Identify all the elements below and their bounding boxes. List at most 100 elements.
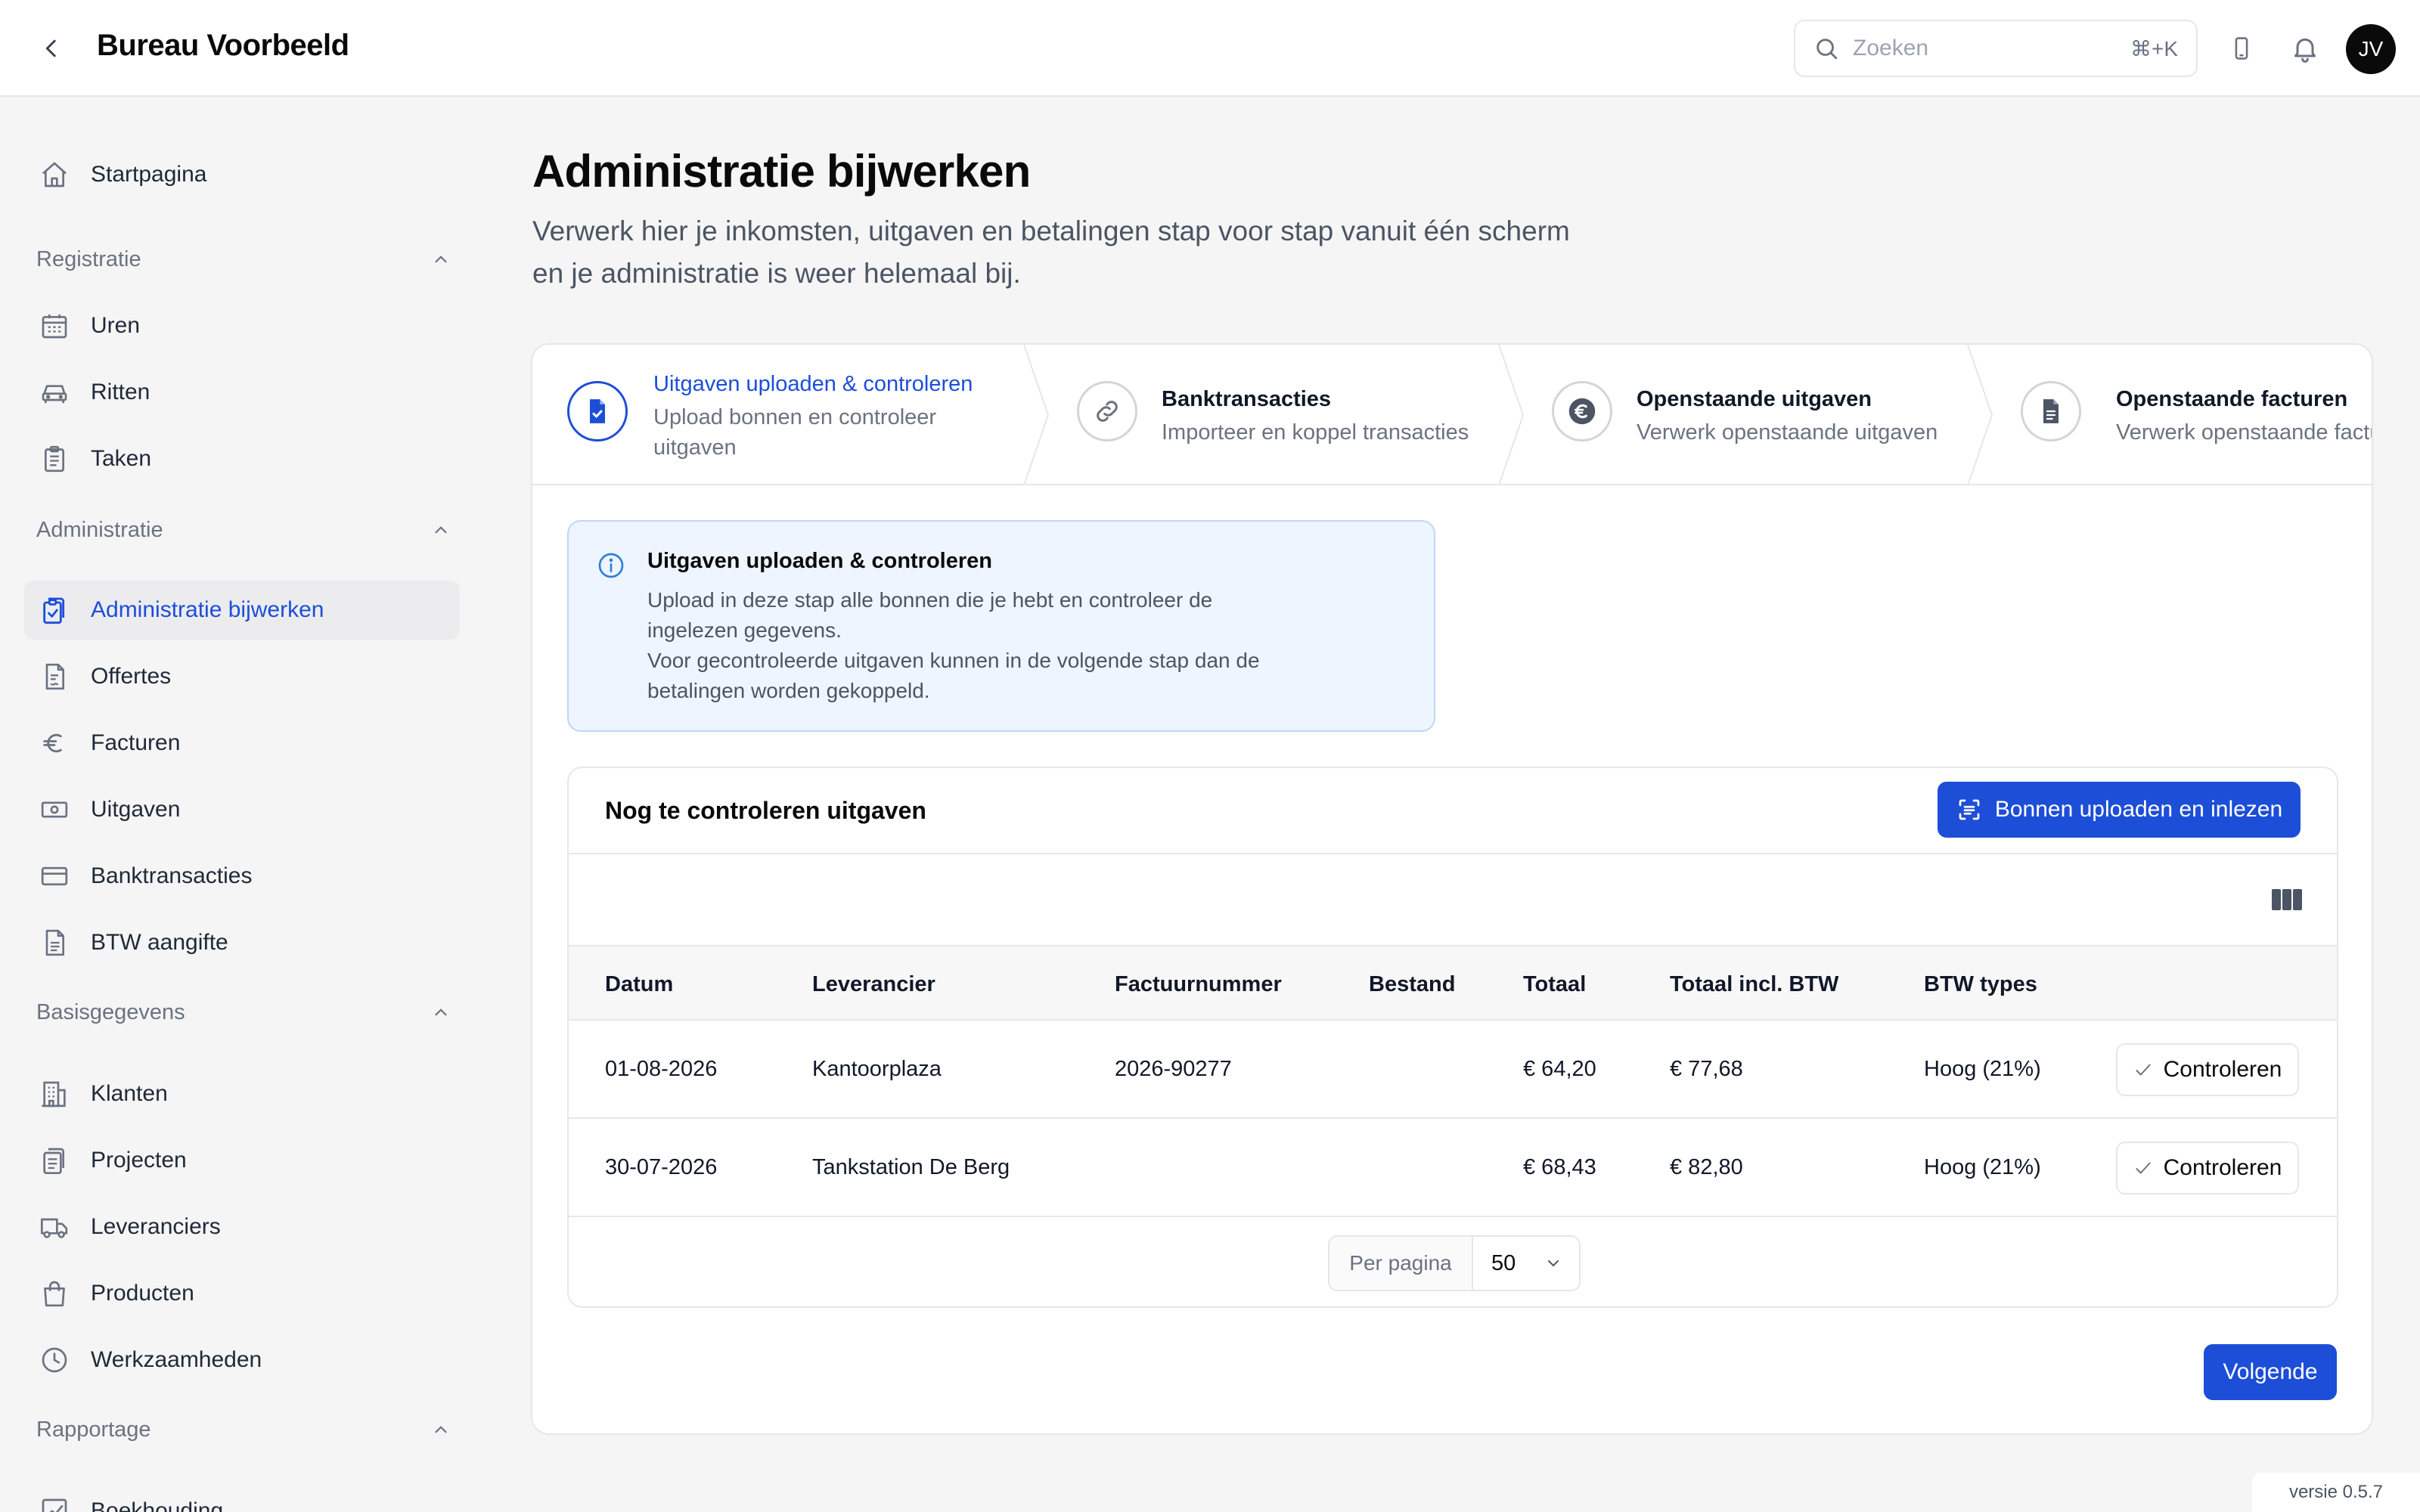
credit-card-icon [38,860,71,893]
controleren-label: Controleren [2163,1155,2282,1180]
sidebar-item-leveranciers[interactable]: Leveranciers [24,1198,460,1256]
per-page-control: Per pagina 50 [1328,1235,1581,1291]
upload-receipts-button[interactable]: Bonnen uploaden en inlezen [1938,782,2301,838]
section-label: Administratie [36,517,163,542]
step-separator [1967,345,1993,485]
shopping-bag-icon [38,1277,71,1310]
step-circle [567,381,628,442]
clipboard-check-icon [38,593,71,627]
cell-totaal-incl-btw: € 82,80 [1670,1155,1743,1179]
per-page-select[interactable]: 50 [1473,1237,1579,1290]
step-description: Importeer en koppel transacties [1162,420,1469,445]
sidebar-item-taken[interactable]: Taken [24,429,460,488]
scan-icon [1959,799,1980,820]
sidebar-item-label: Producten [91,1281,194,1306]
sidebar-item-klanten[interactable]: Klanten [24,1064,460,1123]
back-button[interactable] [33,30,70,67]
sidebar-item-label: Boekhouding [91,1498,224,1512]
document-icon [38,926,71,959]
step-separator [1498,345,1525,485]
section-rapportage[interactable]: Rapportage [36,1411,451,1448]
cell-totaal: € 64,20 [1523,1057,1596,1081]
upload-receipts-label: Bonnen uploaden en inlezen [1994,797,2283,822]
column-header[interactable]: Leverancier [812,972,935,997]
step-circle [1552,381,1612,442]
section-label: Rapportage [36,1417,151,1442]
sidebar-item-producten[interactable]: Producten [24,1264,460,1323]
chevron-up-icon [435,256,447,263]
info-icon [598,553,624,578]
sidebar-item-facturen[interactable]: Facturen [24,714,460,773]
sidebar-item-offertes[interactable]: Offertes [24,647,460,706]
search-placeholder: Zoeken [1853,36,1929,60]
controleren-button[interactable]: Controleren [2116,1142,2299,1194]
section-registratie[interactable]: Registratie [36,240,451,278]
sidebar-item-boekhouding[interactable]: Boekhouding [24,1482,460,1512]
link-icon [1097,401,1118,422]
clock-icon [38,1343,71,1377]
step-banktransacties[interactable]: Banktransacties Importeer en koppel tran… [1054,345,1523,485]
cell-btw-types: Hoog (21%) [1924,1155,2041,1179]
table-head: Datum Leverancier Factuurnummer Bestand … [569,947,2337,1021]
section-administratie[interactable]: Administratie [36,511,451,549]
avatar[interactable]: JV [2346,24,2396,74]
wizard-card: Uitgaven uploaden & controleren Upload b… [531,343,2373,1435]
sidebar-item-label: Administratie bijwerken [91,597,324,622]
table-toolbar [569,854,2337,947]
home-icon [38,158,71,191]
column-header[interactable]: Bestand [1369,972,1455,997]
info-line: ingelezen gegevens. [647,618,842,642]
info-body: Upload in deze stap alle bonnen die je h… [647,585,1373,706]
sidebar-item-btw-aangifte[interactable]: BTW aangifte [24,913,460,972]
info-line: Upload in deze stap alle bonnen die je h… [647,588,1213,612]
step-title: Uitgaven uploaden & controleren [653,372,973,396]
section-basisgegevens[interactable]: Basisgegevens [36,993,451,1031]
step-title: Openstaande uitgaven [1637,387,1872,411]
cell-totaal-incl-btw: € 77,68 [1670,1057,1743,1081]
version-label: versie 0.5.7 [2252,1473,2420,1512]
sidebar-item-label: Facturen [91,730,181,755]
sidebar-item-uitgaven[interactable]: Uitgaven [24,780,460,839]
section-label: Basisgegevens [36,999,185,1024]
next-button[interactable]: Volgende [2204,1344,2337,1400]
chevron-up-icon [435,1426,447,1433]
chevron-up-icon [435,526,447,534]
expenses-table-card: Nog te controleren uitgaven Bonnen uploa… [567,767,2338,1308]
info-box: Uitgaven uploaden & controleren Upload i… [567,520,1435,732]
columns-icon[interactable] [2270,885,2304,915]
sidebar: Startpagina Registratie Uren Ritten Take… [0,98,484,1512]
sidebar-item-administratie-bijwerken[interactable]: Administratie bijwerken [24,581,460,640]
sidebar-item-banktransacties[interactable]: Banktransacties [24,847,460,906]
sidebar-item-uren[interactable]: Uren [24,296,460,355]
sidebar-item-label: Leveranciers [91,1214,221,1239]
column-header[interactable]: Datum [605,972,673,997]
controleren-button[interactable]: Controleren [2116,1043,2299,1096]
check-icon [2135,1064,2151,1076]
column-header[interactable]: Totaal incl. BTW [1670,972,1838,997]
column-header[interactable]: BTW types [1924,972,2037,997]
column-header[interactable]: Totaal [1523,972,1586,997]
euro-icon [38,727,71,760]
sidebar-item-label: Projecten [91,1148,187,1173]
notifications-button[interactable] [2287,30,2323,67]
sidebar-item-projecten[interactable]: Projecten [24,1131,460,1190]
step-openstaande-facturen[interactable]: Openstaande facturen Verwerk openstaande… [1998,345,2372,485]
step-uitgaven-uploaden[interactable]: Uitgaven uploaden & controleren Upload b… [532,345,1024,485]
sidebar-item-ritten[interactable]: Ritten [24,363,460,422]
mobile-app-button[interactable] [2223,30,2260,67]
chart-icon [38,1495,71,1512]
step-openstaande-uitgaven[interactable]: Openstaande uitgaven Verwerk openstaande… [1529,345,1983,485]
phone-icon [2235,37,2248,60]
chevron-left-icon [45,39,56,57]
clipboard-list-icon [38,442,71,476]
step-description: Verwerk openstaande facturen [2116,420,2372,445]
sidebar-item-startpagina[interactable]: Startpagina [24,145,460,204]
table-header-bar: Nog te controleren uitgaven Bonnen uploa… [569,768,2337,854]
cell-leverancier: Kantoorplaza [812,1057,942,1081]
search-input[interactable]: Zoeken ⌘+K [1794,20,2198,77]
clipboard-list-icon [38,1144,71,1177]
sidebar-item-werkzaamheden[interactable]: Werkzaamheden [24,1331,460,1390]
document-check-icon [590,399,605,423]
step-circle [2021,381,2081,442]
column-header[interactable]: Factuurnummer [1115,972,1282,997]
